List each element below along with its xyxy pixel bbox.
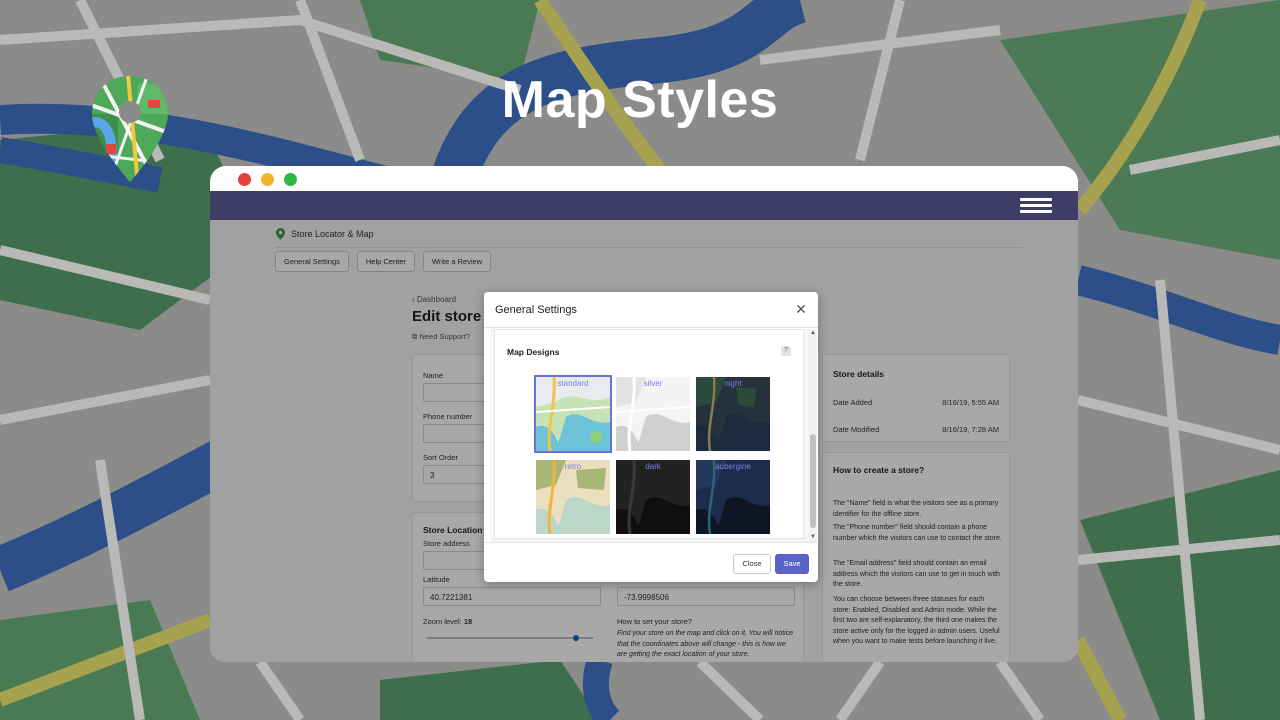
- aubergine-map-preview: [696, 460, 770, 534]
- modal-footer: Close Save: [484, 542, 818, 582]
- standard-map-preview: [536, 377, 610, 451]
- hero-title: Map Styles: [501, 71, 779, 129]
- scroll-down-icon[interactable]: ▼: [809, 534, 817, 540]
- close-icon[interactable]: ✕: [794, 302, 808, 316]
- map-design-night[interactable]: night: [696, 377, 770, 451]
- general-settings-modal: General Settings ✕ Map Designs ? standar…: [484, 292, 818, 582]
- window-titlebar: [210, 166, 1078, 191]
- night-label: night: [724, 379, 742, 388]
- save-button[interactable]: Save: [775, 554, 809, 574]
- modal-scrollbar[interactable]: ▲ ▼: [809, 329, 817, 542]
- map-pin-icon: [92, 76, 168, 182]
- modal-body: Map Designs ? standard silver night retr…: [491, 329, 817, 542]
- retro-map-preview: [536, 460, 610, 534]
- silver-map-preview: [616, 377, 690, 451]
- hamburger-menu-icon[interactable]: [1020, 198, 1052, 214]
- map-design-standard[interactable]: standard: [534, 375, 612, 453]
- window-close-dot[interactable]: [238, 173, 251, 186]
- window-minimize-dot[interactable]: [261, 173, 274, 186]
- window-maximize-dot[interactable]: [284, 173, 297, 186]
- retro-label: retro: [564, 462, 582, 471]
- map-design-dark[interactable]: dark: [616, 460, 690, 534]
- map-design-retro[interactable]: retro: [536, 460, 610, 534]
- silver-label: silver: [643, 379, 663, 388]
- scroll-up-icon[interactable]: ▲: [809, 330, 817, 336]
- standard-label: standard: [557, 379, 589, 388]
- app-bar: [210, 191, 1078, 220]
- map-designs-title: Map Designs: [507, 347, 560, 357]
- dark-label: dark: [645, 462, 661, 471]
- help-icon[interactable]: ?: [781, 346, 791, 356]
- map-designs-card: Map Designs ? standard silver night retr…: [494, 329, 804, 539]
- modal-title: General Settings: [495, 304, 577, 316]
- dark-map-preview: [616, 460, 690, 534]
- night-map-preview: [696, 377, 770, 451]
- scrollbar-thumb[interactable]: [810, 434, 816, 528]
- aubergine-label: aubergine: [715, 462, 751, 471]
- map-design-silver[interactable]: silver: [616, 377, 690, 451]
- map-design-aubergine[interactable]: aubergine: [696, 460, 770, 534]
- close-button[interactable]: Close: [733, 554, 771, 574]
- modal-header: General Settings ✕: [484, 292, 818, 328]
